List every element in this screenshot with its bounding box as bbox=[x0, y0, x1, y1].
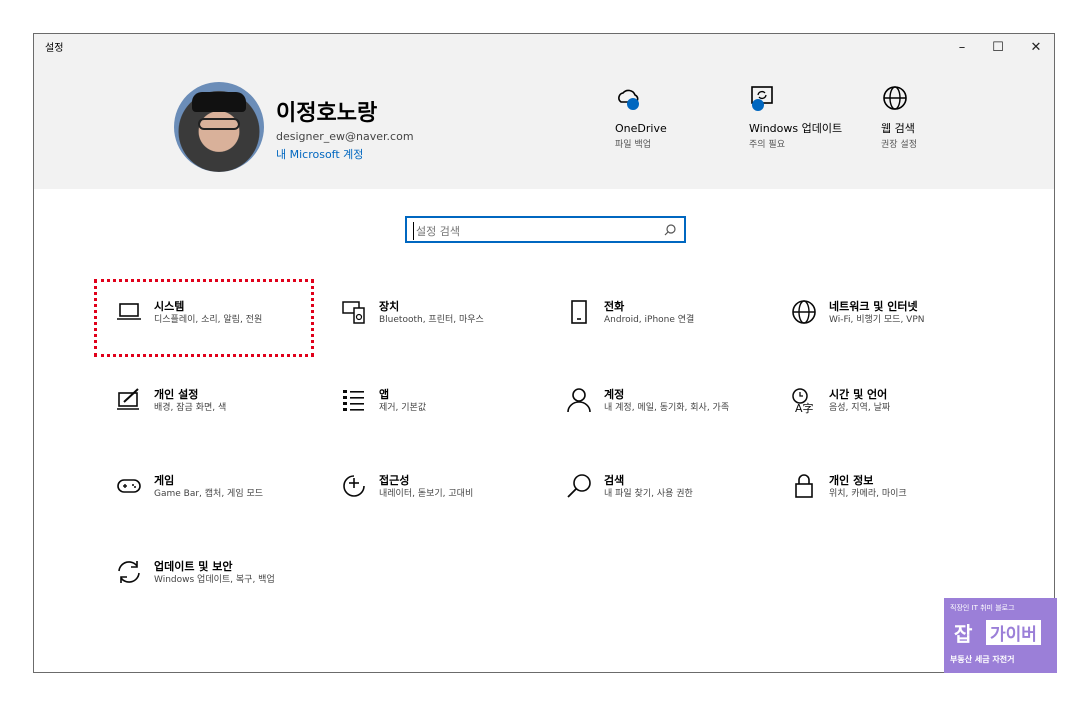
watermark-logo-right: 가이버 bbox=[986, 620, 1041, 645]
window-title: 설정 bbox=[45, 43, 64, 54]
title-bar: 설정 – ☐ ✕ bbox=[34, 34, 1054, 60]
phone-icon bbox=[565, 298, 593, 326]
maximize-button[interactable]: ☐ bbox=[980, 34, 1016, 60]
category-sub: 음성, 지역, 날짜 bbox=[829, 403, 891, 413]
search-magnifier-icon bbox=[565, 472, 593, 500]
category-time-language[interactable]: A字 시간 및 언어 음성, 지역, 날짜 bbox=[790, 386, 1000, 436]
category-system[interactable]: 시스템 디스플레이, 소리, 알림, 전원 bbox=[115, 298, 325, 348]
time-language-icon: A字 bbox=[790, 386, 818, 415]
accessibility-icon bbox=[340, 472, 368, 500]
avatar-glasses bbox=[198, 118, 240, 130]
apps-list-icon bbox=[340, 386, 368, 414]
category-privacy[interactable]: 개인 정보 위치, 카메라, 마이크 bbox=[790, 472, 1000, 522]
settings-search-box[interactable] bbox=[405, 216, 686, 243]
category-personalization[interactable]: 개인 설정 배경, 잠금 화면, 색 bbox=[115, 386, 325, 436]
category-sub: 배경, 잠금 화면, 색 bbox=[154, 403, 227, 413]
watermark-tagline: 직장인 IT 취미 블로그 bbox=[950, 604, 1015, 612]
globe-icon bbox=[881, 84, 909, 112]
search-input[interactable] bbox=[413, 222, 658, 240]
update-sync-icon bbox=[115, 558, 143, 586]
category-sub: Windows 업데이트, 복구, 백업 bbox=[154, 575, 275, 585]
category-label: 계정 bbox=[604, 388, 625, 401]
category-sub: Bluetooth, 프린터, 마우스 bbox=[379, 315, 484, 325]
lock-icon bbox=[790, 472, 818, 500]
quick-link-windows-update[interactable]: Windows 업데이트 주의 필요 bbox=[749, 84, 849, 150]
quick-link-label: Windows 업데이트 bbox=[749, 122, 843, 135]
settings-window: 설정 – ☐ ✕ 이정호노랑 designer_ew@naver.com 내 M… bbox=[33, 33, 1055, 673]
watermark-bottom: 부동산 세금 자전거 bbox=[950, 655, 1015, 664]
account-header: 이정호노랑 designer_ew@naver.com 내 Microsoft … bbox=[34, 60, 1054, 189]
close-button[interactable]: ✕ bbox=[1018, 34, 1054, 60]
category-label: 앱 bbox=[379, 388, 390, 401]
category-gaming[interactable]: 게임 Game Bar, 캡처, 게임 모드 bbox=[115, 472, 325, 522]
category-sub: 위치, 카메라, 마이크 bbox=[829, 489, 907, 499]
category-label: 접근성 bbox=[379, 474, 410, 487]
quick-link-sub: 권장 설정 bbox=[881, 140, 917, 150]
category-apps[interactable]: 앱 제거, 기본값 bbox=[340, 386, 550, 436]
category-label: 개인 정보 bbox=[829, 474, 874, 487]
category-sub: Game Bar, 캡처, 게임 모드 bbox=[154, 489, 264, 499]
category-label: 시스템 bbox=[154, 300, 185, 313]
category-label: 전화 bbox=[604, 300, 625, 313]
category-devices[interactable]: 장치 Bluetooth, 프린터, 마우스 bbox=[340, 298, 550, 348]
category-accounts[interactable]: 계정 내 계정, 메일, 동기화, 회사, 가족 bbox=[565, 386, 775, 436]
category-label: 장치 bbox=[379, 300, 400, 313]
watermark-logo-left: 잡 bbox=[954, 622, 973, 646]
category-network[interactable]: 네트워크 및 인터넷 Wi-Fi, 비행기 모드, VPN bbox=[790, 298, 1000, 348]
user-email: designer_ew@naver.com bbox=[276, 130, 414, 143]
category-label: 시간 및 언어 bbox=[829, 388, 888, 401]
category-sub: 제거, 기본값 bbox=[379, 403, 427, 413]
ms-account-link[interactable]: 내 Microsoft 계정 bbox=[276, 146, 363, 162]
laptop-icon bbox=[115, 298, 143, 326]
category-sub: 내레이터, 돋보기, 고대비 bbox=[379, 489, 474, 499]
minimize-button[interactable]: – bbox=[944, 34, 980, 60]
onedrive-cloud-icon bbox=[615, 84, 643, 112]
keyboard-device-icon bbox=[340, 298, 368, 326]
category-label: 게임 bbox=[154, 474, 175, 487]
quick-link-label: 웹 검색 bbox=[881, 122, 915, 135]
gamepad-icon bbox=[115, 472, 143, 500]
globe-network-icon bbox=[790, 298, 818, 326]
avatar[interactable] bbox=[174, 82, 264, 172]
category-sub: 디스플레이, 소리, 알림, 전원 bbox=[154, 315, 263, 325]
person-icon bbox=[565, 386, 593, 414]
category-search[interactable]: 검색 내 파일 찾기, 사용 권한 bbox=[565, 472, 775, 522]
category-label: 개인 설정 bbox=[154, 388, 199, 401]
category-label: 업데이트 및 보안 bbox=[154, 560, 233, 573]
quick-link-sub: 파일 백업 bbox=[615, 140, 651, 150]
user-name: 이정호노랑 bbox=[276, 101, 378, 126]
category-sub: Android, iPhone 연결 bbox=[604, 315, 695, 325]
quick-link-onedrive[interactable]: OneDrive 파일 백업 bbox=[615, 84, 735, 150]
svg-text:A字: A字 bbox=[795, 401, 814, 414]
windows-update-icon bbox=[749, 84, 777, 112]
blog-watermark: 직장인 IT 취미 블로그 잡 가이버 부동산 세금 자전거 bbox=[944, 598, 1057, 673]
personalization-brush-icon bbox=[115, 386, 143, 414]
category-sub: 내 파일 찾기, 사용 권한 bbox=[604, 489, 693, 499]
quick-link-sub: 주의 필요 bbox=[749, 140, 785, 150]
quick-link-label: OneDrive bbox=[615, 122, 667, 135]
category-label: 네트워크 및 인터넷 bbox=[829, 300, 918, 313]
category-phone[interactable]: 전화 Android, iPhone 연결 bbox=[565, 298, 775, 348]
quick-link-web-search[interactable]: 웹 검색 권장 설정 bbox=[881, 84, 1001, 150]
avatar-cap bbox=[192, 92, 246, 112]
category-label: 검색 bbox=[604, 474, 625, 487]
category-update-security[interactable]: 업데이트 및 보안 Windows 업데이트, 복구, 백업 bbox=[115, 558, 325, 608]
search-icon[interactable] bbox=[662, 222, 678, 238]
category-sub: Wi-Fi, 비행기 모드, VPN bbox=[829, 315, 925, 325]
category-accessibility[interactable]: 접근성 내레이터, 돋보기, 고대비 bbox=[340, 472, 550, 522]
category-sub: 내 계정, 메일, 동기화, 회사, 가족 bbox=[604, 403, 730, 413]
